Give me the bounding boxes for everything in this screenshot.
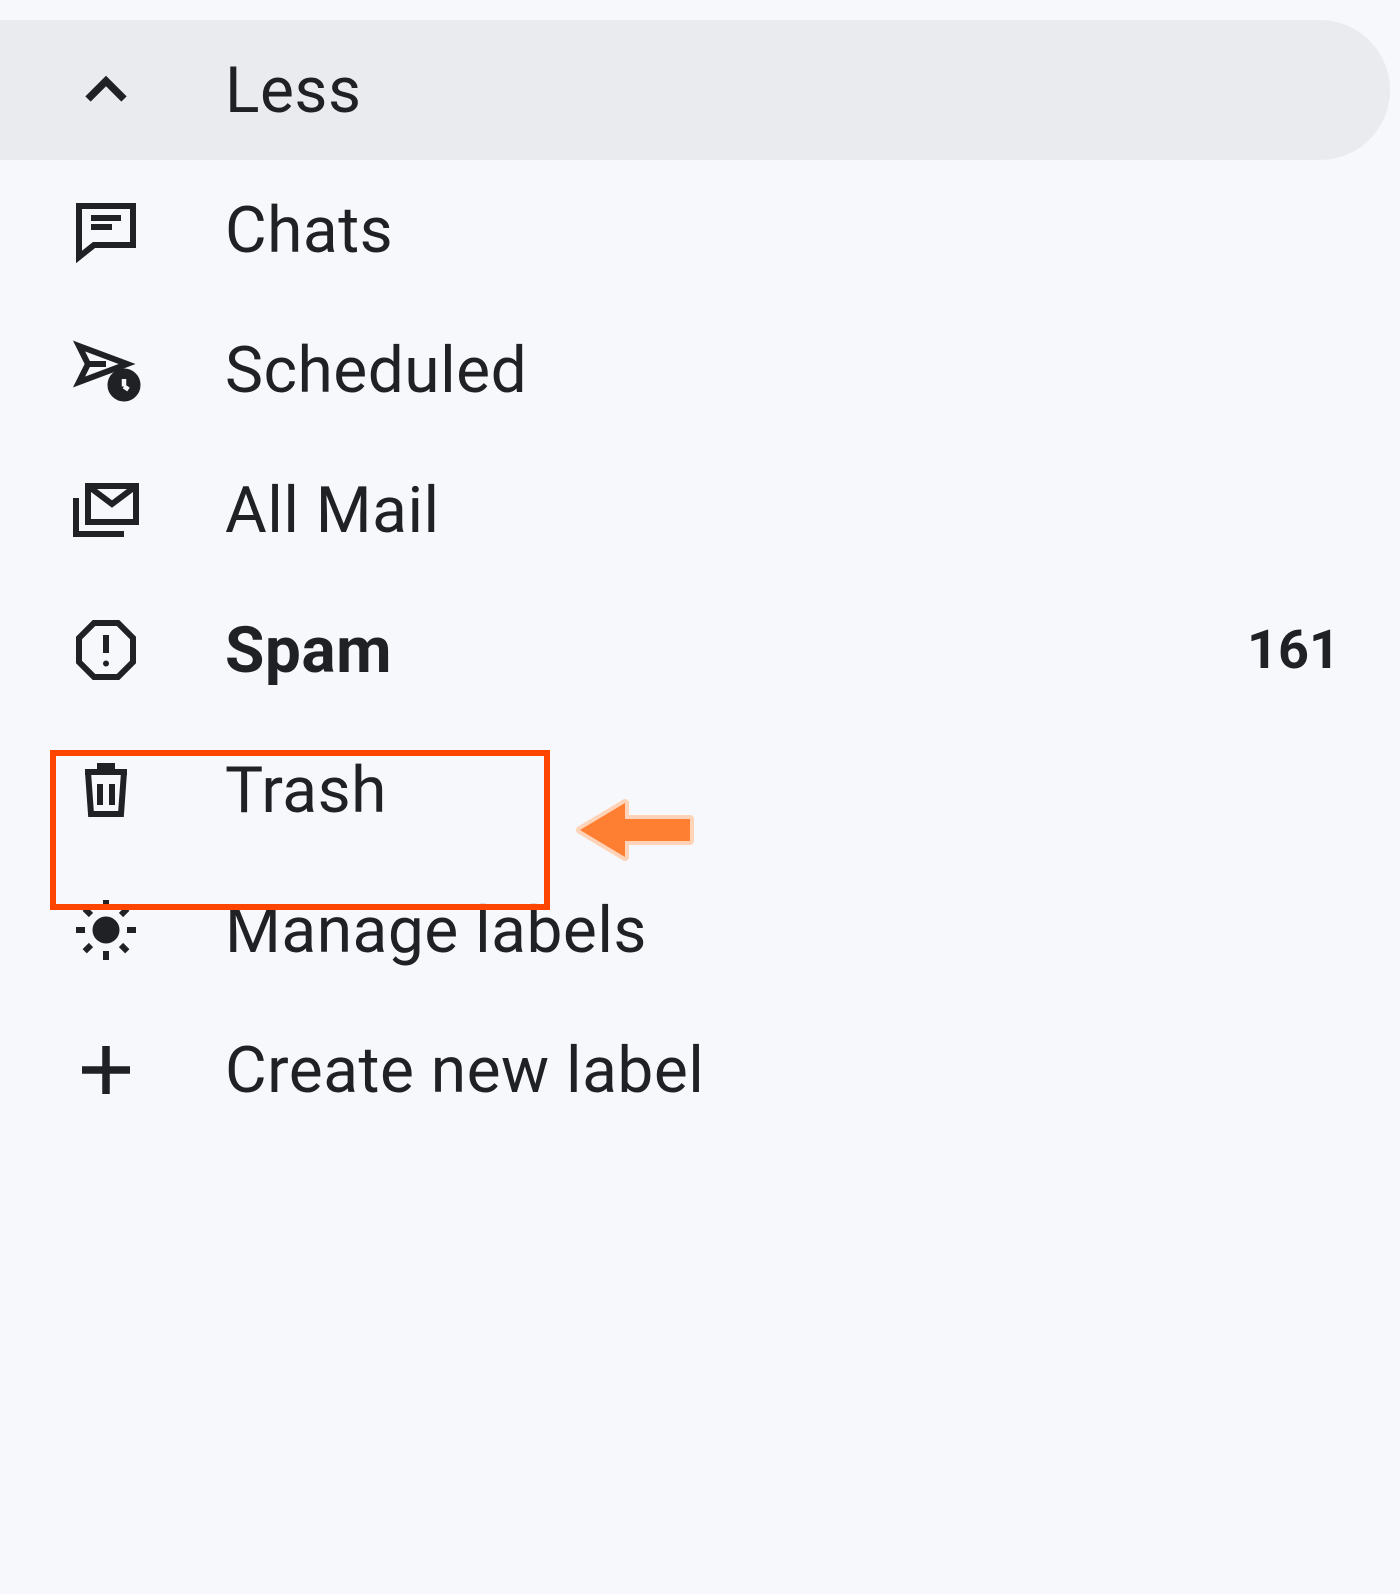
trash-icon — [70, 754, 225, 826]
spam-count: 161 — [1247, 619, 1340, 682]
sidebar-item-label: Scheduled — [225, 333, 1340, 408]
spam-icon — [70, 614, 225, 686]
sidebar-item-scheduled[interactable]: Scheduled — [0, 300, 1400, 440]
sidebar-item-spam[interactable]: Spam 161 — [0, 580, 1400, 720]
sidebar-item-label: Less — [225, 53, 1330, 128]
sidebar-item-trash[interactable]: Trash — [0, 720, 1400, 860]
sidebar-item-label: All Mail — [225, 473, 1340, 548]
chats-icon — [70, 194, 225, 266]
sidebar-item-label: Create new label — [225, 1033, 1340, 1108]
sidebar-item-create-label[interactable]: Create new label — [0, 1000, 1400, 1140]
sidebar-item-manage-labels[interactable]: Manage labels — [0, 860, 1400, 1000]
sidebar-item-label: Spam — [225, 613, 1247, 688]
sidebar-item-all-mail[interactable]: All Mail — [0, 440, 1400, 580]
sidebar: Less Chats Scheduled All Mail Spam 161 T… — [0, 0, 1400, 1140]
plus-icon — [70, 1034, 225, 1106]
sidebar-item-label: Chats — [225, 193, 1340, 268]
sidebar-item-less[interactable]: Less — [0, 20, 1390, 160]
sidebar-item-label: Manage labels — [225, 893, 1340, 968]
sidebar-item-label: Trash — [225, 753, 1340, 828]
all-mail-icon — [70, 474, 225, 546]
chevron-up-icon — [70, 54, 225, 126]
gear-icon — [70, 894, 225, 966]
scheduled-icon — [70, 334, 225, 406]
sidebar-item-chats[interactable]: Chats — [0, 160, 1400, 300]
